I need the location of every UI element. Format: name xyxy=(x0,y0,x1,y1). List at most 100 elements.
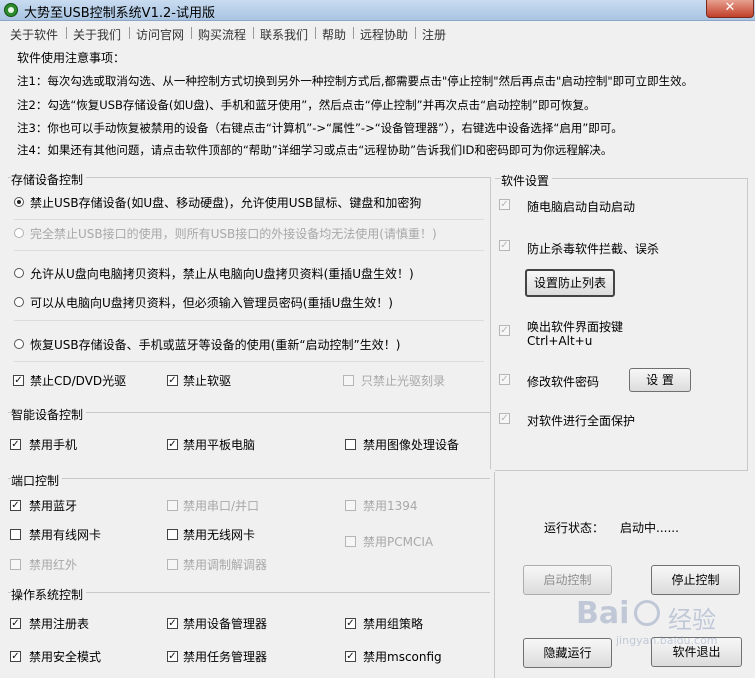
check-autostart[interactable]: ✓ xyxy=(499,199,510,210)
radio-label: 禁止USB存储设备(如U盘、移动硬盘)，允许使用USB鼠标、键盘和加密狗 xyxy=(30,196,422,210)
check-modem[interactable] xyxy=(167,559,178,570)
ports-group-border xyxy=(8,478,490,479)
radio-label: 恢复USB存储设备、手机或蓝牙等设备的使用(重新“启动控制”生效！) xyxy=(30,338,401,352)
check-wireless-nic[interactable] xyxy=(167,529,178,540)
check-1394[interactable] xyxy=(345,500,356,511)
check-label: 禁用手机 xyxy=(29,438,78,452)
status-value: 启动中...... xyxy=(620,521,679,535)
check-label: 禁止CD/DVD光驱 xyxy=(30,374,127,388)
check-group-policy[interactable]: ✓ xyxy=(345,618,356,629)
check-bluetooth[interactable]: ✓ xyxy=(10,500,21,511)
check-full-protect[interactable]: ✓ xyxy=(499,413,510,424)
settings-bottom-border xyxy=(495,470,748,471)
check-antikill[interactable]: ✓ xyxy=(499,240,510,251)
app-icon xyxy=(4,3,18,17)
check-label: 禁用蓝牙 xyxy=(29,499,78,513)
radio-label: 完全禁止USB接口的使用，则所有USB接口的外接设备均无法使用(请慎重！) xyxy=(30,227,437,241)
radio-block-all-usb[interactable] xyxy=(14,228,24,238)
set-protect-list-button[interactable]: 设置防止列表 xyxy=(525,269,615,297)
divider xyxy=(14,219,484,220)
menu-about-us[interactable]: 关于我们 xyxy=(73,26,121,43)
check-change-password[interactable]: ✓ xyxy=(499,374,510,385)
check-cd-dvd[interactable]: ✓ xyxy=(13,375,24,386)
check-safe-mode[interactable]: ✓ xyxy=(10,651,21,662)
os-group-title: 操作系统控制 xyxy=(11,586,87,603)
check-tablet[interactable]: ✓ xyxy=(167,439,178,450)
menu-purchase[interactable]: 购买流程 xyxy=(198,26,246,43)
check-floppy[interactable]: ✓ xyxy=(167,375,178,386)
radio-label: 可以从电脑向U盘拷贝资料，但必须输入管理员密码(重插U盘生效！) xyxy=(30,296,393,310)
settings-right-border xyxy=(747,178,748,470)
stop-control-button[interactable]: 停止控制 xyxy=(651,565,740,595)
watermark-brand2: 经验 xyxy=(668,606,716,634)
note-2: 注2：勾选“恢复USB存储设备(如U盘)、手机和蓝牙使用”，然后点击“停止控制”… xyxy=(17,98,596,112)
radio-restore-devices[interactable] xyxy=(14,339,24,349)
check-label: 禁用注册表 xyxy=(29,617,90,631)
check-serial-parallel[interactable] xyxy=(167,500,178,511)
menu-help[interactable]: 帮助 xyxy=(322,26,346,43)
password-settings-button[interactable]: 设 置 xyxy=(629,368,691,392)
check-device-manager[interactable]: ✓ xyxy=(167,618,178,629)
close-button[interactable]: ✕ xyxy=(706,0,754,18)
menu-about-software[interactable]: 关于软件 xyxy=(10,26,58,43)
menu-contact[interactable]: 联系我们 xyxy=(260,26,308,43)
check-phone[interactable]: ✓ xyxy=(10,439,21,450)
check-label: 只禁止光驱刻录 xyxy=(361,374,446,388)
menu-separator xyxy=(353,27,354,39)
check-label: 随电脑启动自动启动 xyxy=(527,200,636,214)
watermark-brand: Bai xyxy=(576,596,630,631)
check-label: 对软件进行全面保护 xyxy=(527,414,636,428)
note-4: 注4：如果还有其他问题，请点击软件顶部的“帮助”详细学习或点击“远程协助”告诉我… xyxy=(17,143,613,157)
menu-separator xyxy=(253,27,254,39)
check-label: 禁用平板电脑 xyxy=(183,438,256,452)
check-label: 禁用PCMCIA xyxy=(363,535,434,549)
start-control-button[interactable]: 启动控制 xyxy=(523,565,612,595)
check-task-manager[interactable]: ✓ xyxy=(167,651,178,662)
radio-block-usb-storage[interactable] xyxy=(14,197,24,207)
check-imaging[interactable] xyxy=(345,439,356,450)
menu-register[interactable]: 注册 xyxy=(422,26,446,43)
radio-password-copy[interactable] xyxy=(14,297,24,307)
exit-software-button[interactable]: 软件退出 xyxy=(651,637,742,667)
smart-group-title: 智能设备控制 xyxy=(11,406,87,423)
paw-icon xyxy=(634,600,660,626)
menu-website[interactable]: 访问官网 xyxy=(136,26,184,43)
check-label: 禁用有线网卡 xyxy=(29,528,102,542)
divider xyxy=(14,361,484,362)
check-label: 禁用1394 xyxy=(363,499,418,513)
check-label: 禁用调制解调器 xyxy=(183,558,268,572)
check-pcmcia[interactable] xyxy=(345,536,356,547)
close-icon: ✕ xyxy=(724,0,736,15)
check-label: 禁用任务管理器 xyxy=(183,650,268,664)
check-hotkey[interactable]: ✓ xyxy=(499,325,510,336)
check-label: 禁用串口/并口 xyxy=(183,499,260,513)
radio-label: 允许从U盘向电脑拷贝资料，禁止从电脑向U盘拷贝资料(重插U盘生效！) xyxy=(30,267,414,281)
hide-run-button[interactable]: 隐藏运行 xyxy=(523,638,612,668)
check-burn-only[interactable] xyxy=(343,375,354,386)
menu-remote-assist[interactable]: 远程协助 xyxy=(360,26,408,43)
note-3: 注3：你也可以手动恢复被禁用的设备（右键点击“计算机”->“属性”->“设备管理… xyxy=(17,121,623,135)
check-label: 禁用无线网卡 xyxy=(183,528,256,542)
divider xyxy=(14,320,484,321)
lower-divider xyxy=(494,472,495,678)
check-msconfig[interactable]: ✓ xyxy=(345,651,356,662)
notes-heading: 软件使用注意事项： xyxy=(17,51,126,65)
check-label: 禁用图像处理设备 xyxy=(363,438,460,452)
check-wired-nic[interactable] xyxy=(10,529,21,540)
left-panel-divider xyxy=(490,177,491,469)
settings-group-title: 软件设置 xyxy=(501,172,553,189)
menu-separator xyxy=(129,27,130,39)
menu-separator xyxy=(315,27,316,39)
menu-separator xyxy=(191,27,192,39)
check-infrared[interactable] xyxy=(10,559,21,570)
check-registry[interactable]: ✓ xyxy=(10,618,21,629)
check-label: 修改软件密码 xyxy=(527,375,600,389)
hotkey-value: Ctrl+Alt+u xyxy=(527,334,593,348)
radio-allow-copy-to-pc[interactable] xyxy=(14,268,24,278)
check-label: 禁止软驱 xyxy=(183,374,232,388)
storage-group-title: 存储设备控制 xyxy=(11,171,87,188)
hotkey-label: 唤出软件界面按键 xyxy=(527,320,624,334)
check-label: 禁用设备管理器 xyxy=(183,617,268,631)
divider xyxy=(14,250,484,251)
check-label: 禁用安全模式 xyxy=(29,650,102,664)
